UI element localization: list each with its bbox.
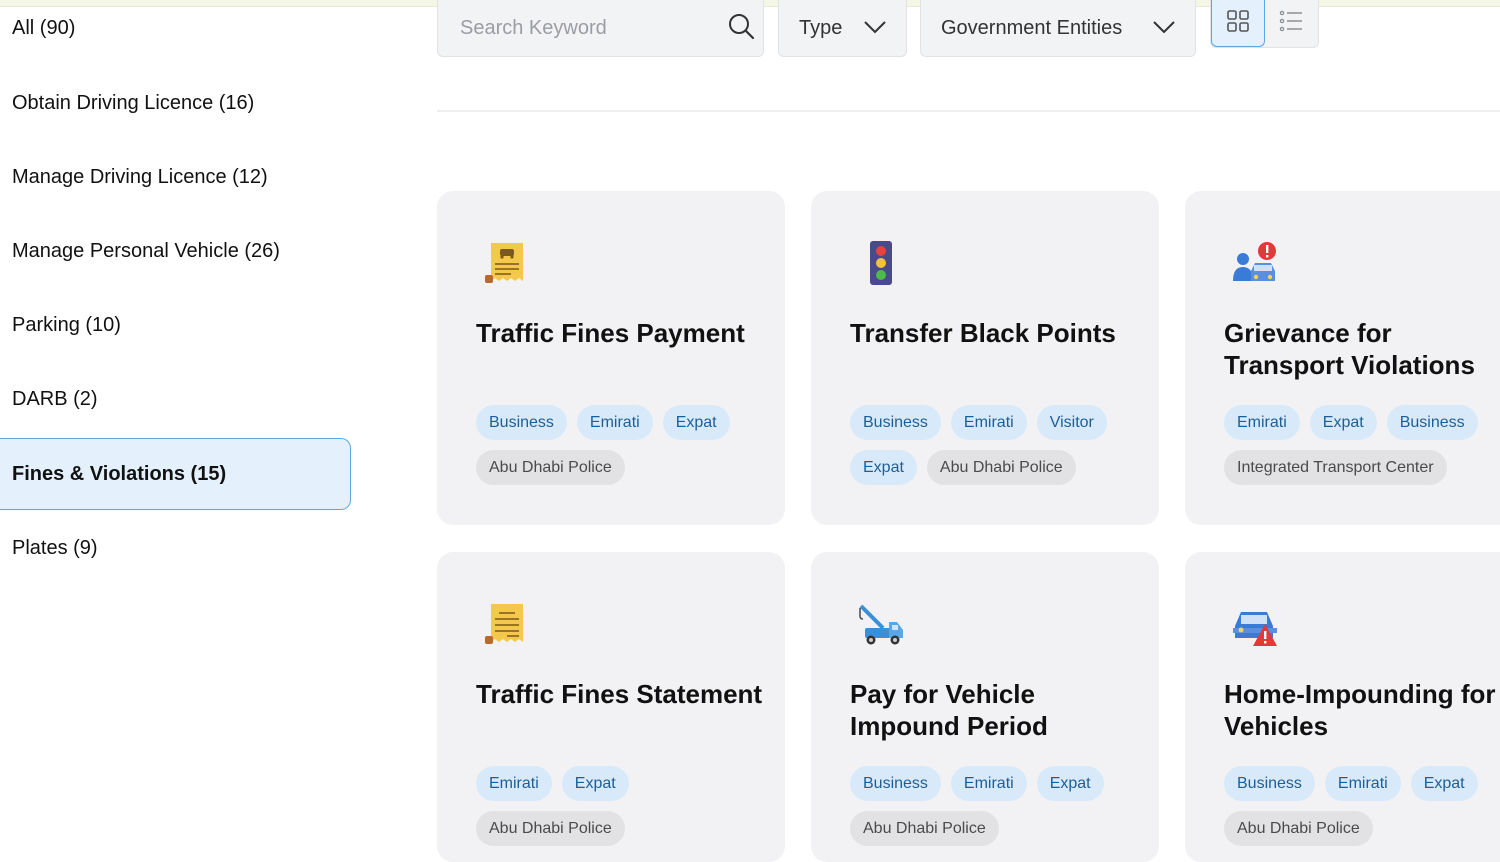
sidebar-item-label: Plates (9) [12, 536, 98, 559]
category-sidebar: All (90) Obtain Driving Licence (16) Man… [0, 0, 360, 844]
entity-tag: Abu Dhabi Police [850, 811, 999, 846]
audience-tag: Expat [662, 405, 730, 440]
entity-tag: Integrated Transport Center [1224, 450, 1447, 485]
list-icon [1279, 9, 1303, 38]
audience-tag: Visitor [1036, 405, 1107, 440]
toolbar-divider [437, 110, 1500, 112]
audience-tag: Business [850, 405, 941, 440]
statement-receipt-icon [483, 600, 531, 648]
audience-tag: Expat [1410, 766, 1478, 801]
audience-tag: Emirati [1224, 405, 1300, 440]
car-warning-icon [1231, 600, 1279, 648]
card-tags: Business Emirati Expat Abu Dhabi Police [476, 405, 776, 485]
grid-icon [1226, 9, 1250, 38]
entities-dropdown-label: Government Entities [941, 16, 1123, 39]
audience-tag: Business [850, 766, 941, 801]
chevron-down-icon [864, 17, 886, 40]
audience-tag: Expat [561, 766, 629, 801]
search-input[interactable] [458, 15, 727, 41]
traffic-light-icon [857, 239, 905, 287]
card-tags: Business Emirati Visitor Expat Abu Dhabi… [850, 405, 1150, 485]
audience-tag: Business [476, 405, 567, 440]
audience-tag: Emirati [576, 405, 653, 440]
card-title: Traffic Fines Statement [476, 679, 763, 709]
entity-tag: Abu Dhabi Police [476, 450, 625, 485]
list-view-button[interactable] [1265, 0, 1318, 47]
card-title: Grievance for Transport Violations [1224, 318, 1475, 380]
audience-tag: Emirati [950, 766, 1027, 801]
sidebar-item-darb[interactable]: DARB (2) [0, 363, 351, 435]
card-tags: Emirati Expat Business Integrated Transp… [1224, 405, 1500, 485]
card-tags: Business Emirati Expat Abu Dhabi Police [850, 766, 1150, 846]
audience-tag: Business [1386, 405, 1478, 440]
grid-view-button[interactable] [1211, 0, 1265, 47]
audience-tag: Expat [850, 450, 917, 485]
audience-tag: Business [1224, 766, 1315, 801]
audience-tag: Emirati [476, 766, 552, 801]
audience-tag: Expat [1036, 766, 1104, 801]
entity-tag: Abu Dhabi Police [926, 450, 1076, 485]
service-card-traffic-fines-statement[interactable]: Traffic Fines Statement Emirati Expat Ab… [437, 552, 785, 862]
sidebar-item-label: Manage Personal Vehicle (26) [12, 239, 280, 262]
sidebar-item-label: Parking (10) [12, 313, 121, 336]
audience-tag: Emirati [950, 405, 1027, 440]
tow-truck-icon [857, 600, 905, 648]
entity-tag: Abu Dhabi Police [1224, 811, 1373, 846]
view-toggle [1210, 0, 1319, 48]
person-car-alert-icon [1231, 239, 1279, 287]
type-dropdown[interactable]: Type [778, 0, 907, 57]
search-icon[interactable] [727, 12, 755, 45]
service-card-vehicle-impound-period[interactable]: Pay for Vehicle Impound Period Business … [811, 552, 1159, 862]
service-card-traffic-fines-payment[interactable]: Traffic Fines Payment Business Emirati E… [437, 191, 785, 525]
service-card-transfer-black-points[interactable]: Transfer Black Points Business Emirati V… [811, 191, 1159, 525]
sidebar-item-label: Manage Driving Licence (12) [12, 165, 268, 188]
service-card-home-impounding[interactable]: Home-Impounding for Vehicles Business Em… [1185, 552, 1500, 862]
sidebar-item-label: Fines & Violations (15) [12, 462, 227, 485]
sidebar-item-label: DARB (2) [12, 387, 98, 410]
sidebar-item-parking[interactable]: Parking (10) [0, 289, 351, 361]
service-card-grievance-transport-violations[interactable]: Grievance for Transport Violations Emira… [1185, 191, 1500, 525]
card-tags: Business Emirati Expat Abu Dhabi Police [1224, 766, 1500, 846]
card-title: Transfer Black Points [850, 318, 1116, 348]
search-box [437, 0, 764, 57]
audience-tag: Expat [1309, 405, 1377, 440]
card-title: Home-Impounding for Vehicles [1224, 679, 1496, 741]
type-dropdown-label: Type [799, 16, 843, 39]
sidebar-item-fines-violations[interactable]: Fines & Violations (15) [0, 438, 351, 510]
audience-tag: Emirati [1324, 766, 1401, 801]
sidebar-item-plates[interactable]: Plates (9) [0, 512, 351, 584]
card-tags: Emirati Expat Abu Dhabi Police [476, 766, 776, 846]
sidebar-item-label: All (90) [12, 16, 76, 39]
entity-tag: Abu Dhabi Police [476, 811, 625, 846]
card-title: Traffic Fines Payment [476, 318, 745, 348]
government-entities-dropdown[interactable]: Government Entities [920, 0, 1196, 57]
sidebar-item-manage-driving-licence[interactable]: Manage Driving Licence (12) [0, 141, 351, 213]
sidebar-item-obtain-driving-licence[interactable]: Obtain Driving Licence (16) [0, 67, 351, 139]
sidebar-item-label: Obtain Driving Licence (16) [12, 91, 255, 114]
card-title: Pay for Vehicle Impound Period [850, 679, 1048, 741]
sidebar-item-manage-personal-vehicle[interactable]: Manage Personal Vehicle (26) [0, 215, 351, 287]
traffic-fine-receipt-icon [483, 239, 531, 287]
chevron-down-icon [1153, 17, 1175, 40]
sidebar-item-all[interactable]: All (90) [0, 0, 351, 64]
